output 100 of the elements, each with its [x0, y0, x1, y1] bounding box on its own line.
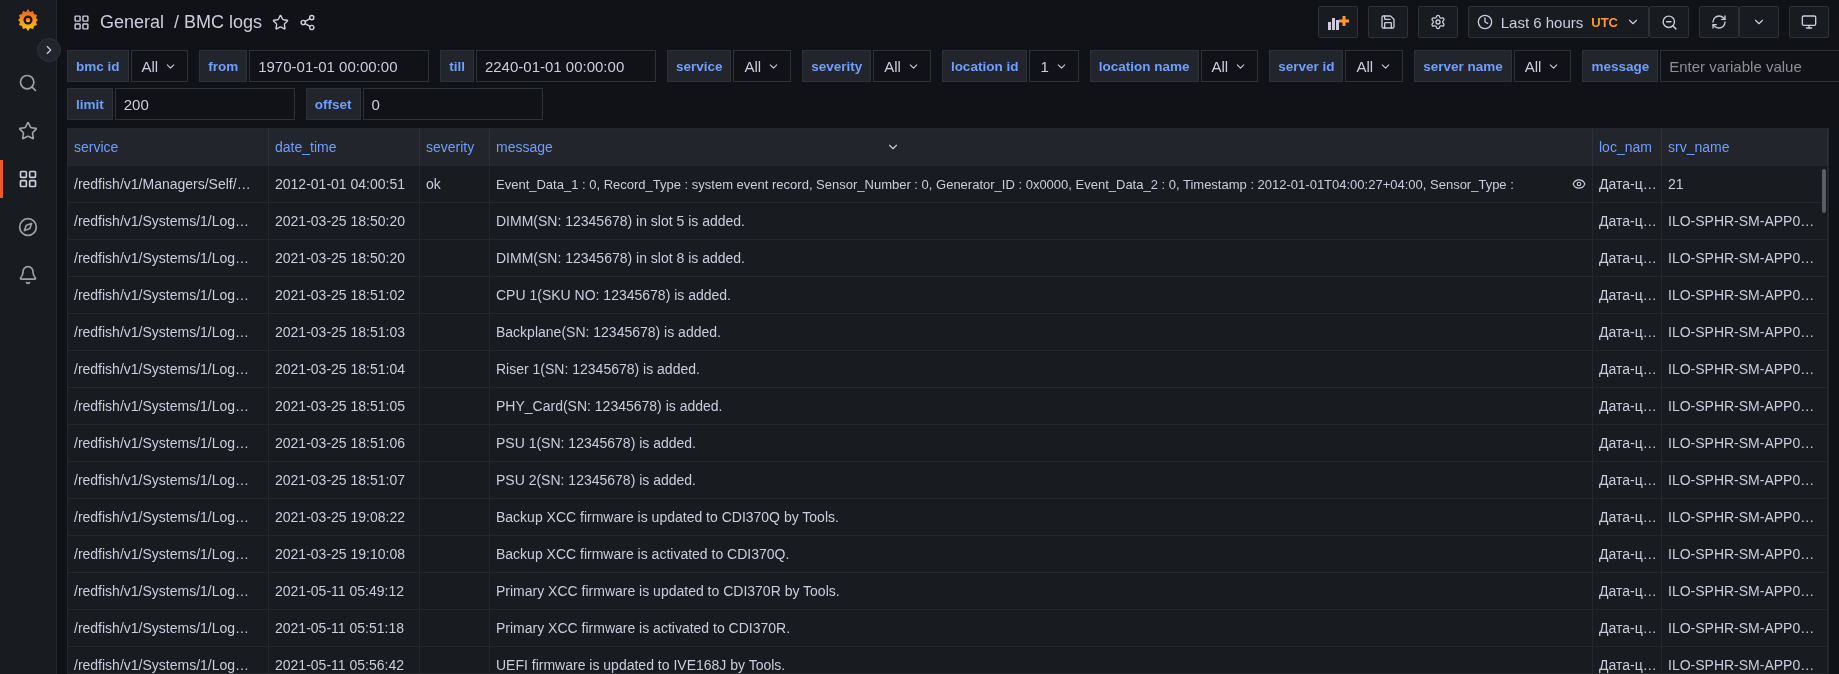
table-cell: Дата-ц… [1593, 351, 1662, 387]
table-cell: PSU 2(SN: 12345678) is added. [490, 462, 1593, 498]
table-cell: 2021-03-25 18:51:07 [269, 462, 420, 498]
table-cell: 2012-01-01 04:00:51 [269, 166, 420, 202]
table-cell: Дата-ц… [1593, 573, 1662, 609]
variable-dropdown[interactable]: All [1345, 50, 1404, 82]
table-cell: ILO-SPHR-SM-APP0… [1662, 573, 1828, 609]
table-cell: /redfish/v1/Systems/1/Log… [68, 240, 269, 276]
variable-dropdown[interactable]: All [130, 50, 189, 82]
table-cell: ILO-SPHR-SM-APP0… [1662, 536, 1828, 572]
table-cell: /redfish/v1/Managers/Self/… [68, 166, 269, 202]
variable-label: severity [802, 50, 872, 82]
table-cell: ILO-SPHR-SM-APP0… [1662, 240, 1828, 276]
variable-dropdown[interactable]: All [873, 50, 931, 82]
column-header[interactable]: service [68, 129, 269, 165]
table-cell: 2021-03-25 18:51:05 [269, 388, 420, 424]
variable-label: location name [1089, 50, 1199, 82]
table-cell: Дата-ц… [1593, 166, 1662, 202]
table-cell: Backup XCC firmware is updated to CDI370Q by Tools. [490, 499, 1593, 535]
variable-input[interactable]: 2240-01-01 00:00:00 [475, 50, 656, 82]
table-cell: Дата-ц… [1593, 277, 1662, 313]
column-title: severity [426, 139, 475, 155]
column-title: date_time [275, 139, 337, 155]
table-cell: Backup XCC firmware is activated to CDI370Q. [490, 536, 1593, 572]
table-cell: ok [420, 166, 490, 202]
timezone-label: UTC [1591, 14, 1618, 30]
column-header[interactable]: srv_name [1662, 129, 1828, 165]
column-title: loc_nam [1599, 139, 1652, 155]
variable-label: from [199, 50, 248, 82]
column-header[interactable]: severity [420, 129, 490, 165]
table-cell: 2021-03-25 18:50:20 [269, 240, 420, 276]
table-cell: /redfish/v1/Systems/1/Log… [68, 573, 269, 609]
table-cell: UEFI firmware is updated to IVE168J by Tools. [490, 647, 1593, 673]
variable-label: server name [1414, 50, 1512, 82]
variable-dropdown[interactable]: 1 [1029, 50, 1079, 82]
dashboard-title: / BMC logs [174, 11, 263, 33]
variable-label: till [440, 50, 474, 82]
table-cell: /redfish/v1/Systems/1/Log… [68, 314, 269, 350]
time-range-label: Last 6 hours [1500, 13, 1584, 31]
table-cell: 2021-03-25 18:51:02 [269, 277, 420, 313]
table-cell: Дата-ц… [1593, 203, 1662, 239]
dropdown-value: 1 [1040, 57, 1049, 75]
table-cell: /redfish/v1/Systems/1/Log… [68, 647, 269, 673]
variable-input[interactable]: 0 [362, 88, 543, 120]
table-cell: /redfish/v1/Systems/1/Log… [68, 388, 269, 424]
table-cell: /redfish/v1/Systems/1/Log… [68, 462, 269, 498]
table-cell: /redfish/v1/Systems/1/Log… [68, 425, 269, 461]
table-cell: ILO-SPHR-SM-APP0… [1662, 277, 1828, 313]
table-cell: DIMM(SN: 12345678) in slot 8 is added. [490, 240, 1593, 276]
variable-dropdown[interactable]: All [733, 50, 792, 82]
column-title: message [496, 139, 554, 155]
table-cell: Дата-ц… [1593, 425, 1662, 461]
table-cell: ILO-SPHR-SM-APP0… [1662, 425, 1828, 461]
variable-input[interactable]: 200 [114, 88, 295, 120]
table-cell: ILO-SPHR-SM-APP0… [1662, 499, 1828, 535]
table-cell: Primary XCC firmware is updated to CDI370R by Tools. [490, 573, 1593, 609]
variable-label: server id [1269, 50, 1344, 82]
variable-label: service [666, 50, 732, 82]
table-cell: ILO-SPHR-SM-APP0… [1662, 610, 1828, 646]
table-cell: 2021-03-25 19:10:08 [269, 536, 420, 572]
table-cell: Riser 1(SN: 12345678) is added. [490, 351, 1593, 387]
table-cell: 2021-03-25 18:51:03 [269, 314, 420, 350]
variable-dropdown[interactable]: All [1200, 50, 1259, 82]
time-picker-button[interactable]: Last 6 hours UTC [1467, 6, 1649, 38]
table-cell: ILO-SPHR-SM-APP0… [1662, 351, 1828, 387]
table-cell: Дата-ц… [1593, 536, 1662, 572]
dropdown-value: All [1356, 57, 1374, 75]
table-cell: PSU 1(SN: 12345678) is added. [490, 425, 1593, 461]
table-cell: 2021-05-11 05:51:18 [269, 610, 420, 646]
table-cell: Дата-ц… [1593, 388, 1662, 424]
table-cell: /redfish/v1/Systems/1/Log… [68, 610, 269, 646]
variable-label: message [1582, 50, 1659, 82]
column-header[interactable]: loc_nam [1593, 129, 1662, 165]
table-cell: Дата-ц… [1593, 240, 1662, 276]
column-header[interactable]: date_time [269, 129, 420, 165]
column-header[interactable]: message [490, 129, 1593, 165]
table-cell: PHY_Card(SN: 12345678) is added. [490, 388, 1593, 424]
variable-label: location id [941, 50, 1028, 82]
table-cell: ILO-SPHR-SM-APP0… [1662, 388, 1828, 424]
dropdown-value: All [1524, 57, 1542, 75]
column-title: srv_name [1668, 139, 1730, 155]
variable-dropdown[interactable]: All [1513, 50, 1572, 82]
table-cell: Дата-ц… [1593, 647, 1662, 673]
table-cell: 2021-03-25 18:51:04 [269, 351, 420, 387]
table-cell: Primary XCC firmware is activated to CDI370R. [490, 610, 1593, 646]
variable-label: bmc id [67, 50, 129, 82]
variable-label: offset [305, 88, 361, 120]
table-cell: CPU 1(SKU NO: 12345678) is added. [490, 277, 1593, 313]
table-cell: /redfish/v1/Systems/1/Log… [68, 351, 269, 387]
table-cell: 2021-03-25 18:51:06 [269, 425, 420, 461]
dropdown-value: All [884, 57, 901, 75]
message-text: Event_Data_1 : 0, Record_Type : system event record, Sensor_Number : 0, Generator_ID : 0x0000, Event_Data_2 : 0, Timestamp : 2012-01-01T04:00:27+04:00, Sensor_Type : [496, 176, 1514, 192]
folder-link[interactable]: General [100, 11, 165, 33]
column-title: service [74, 139, 119, 155]
table-cell: Дата-ц… [1593, 462, 1662, 498]
table-cell: DIMM(SN: 12345678) in slot 5 is added. [490, 203, 1593, 239]
table-cell: Дата-ц… [1593, 610, 1662, 646]
variable-input[interactable]: 1970-01-01 00:00:00 [249, 50, 430, 82]
variable-input[interactable]: Enter variable value [1660, 50, 1839, 82]
table-cell: /redfish/v1/Systems/1/Log… [68, 277, 269, 313]
